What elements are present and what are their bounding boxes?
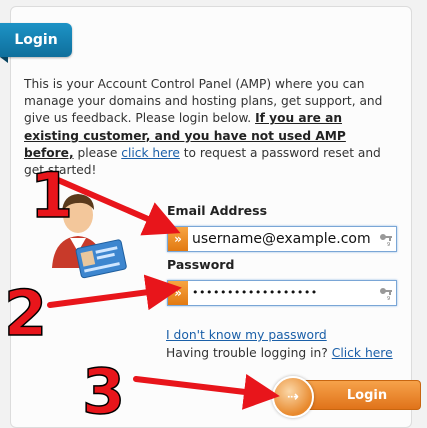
key-icon: 9 [380,234,392,246]
trouble-text: Having trouble logging in? Click here [166,346,393,360]
trouble-click-here-link[interactable]: Click here [332,346,393,360]
password-value: •••••••••••••••••• [192,286,318,299]
email-label: Email Address [167,203,268,218]
login-button-arrow[interactable]: ⇢ [272,376,314,418]
svg-text:9: 9 [387,296,390,300]
password-field[interactable]: » •••••••••••••••••• 9 [167,280,397,306]
chevron-right-icon: » [168,227,188,251]
click-here-link[interactable]: click here [121,146,180,160]
intro-text: This is your Account Control Panel (AMP)… [24,76,398,179]
email-field[interactable]: » username@example.com 9 [167,226,397,252]
trouble-label: Having trouble logging in? [166,346,332,360]
chevron-right-icon: » [168,281,188,305]
email-value: username@example.com [192,231,371,247]
key-icon: 9 [380,288,392,300]
svg-text:9: 9 [387,242,390,246]
arrow-right-icon: ⇢ [287,389,299,405]
intro-text-2: please [73,145,122,160]
password-label: Password [167,257,235,272]
forgot-password-link[interactable]: I don't know my password [166,328,327,342]
login-tab: Login [0,23,72,57]
tab-fold [0,57,8,63]
